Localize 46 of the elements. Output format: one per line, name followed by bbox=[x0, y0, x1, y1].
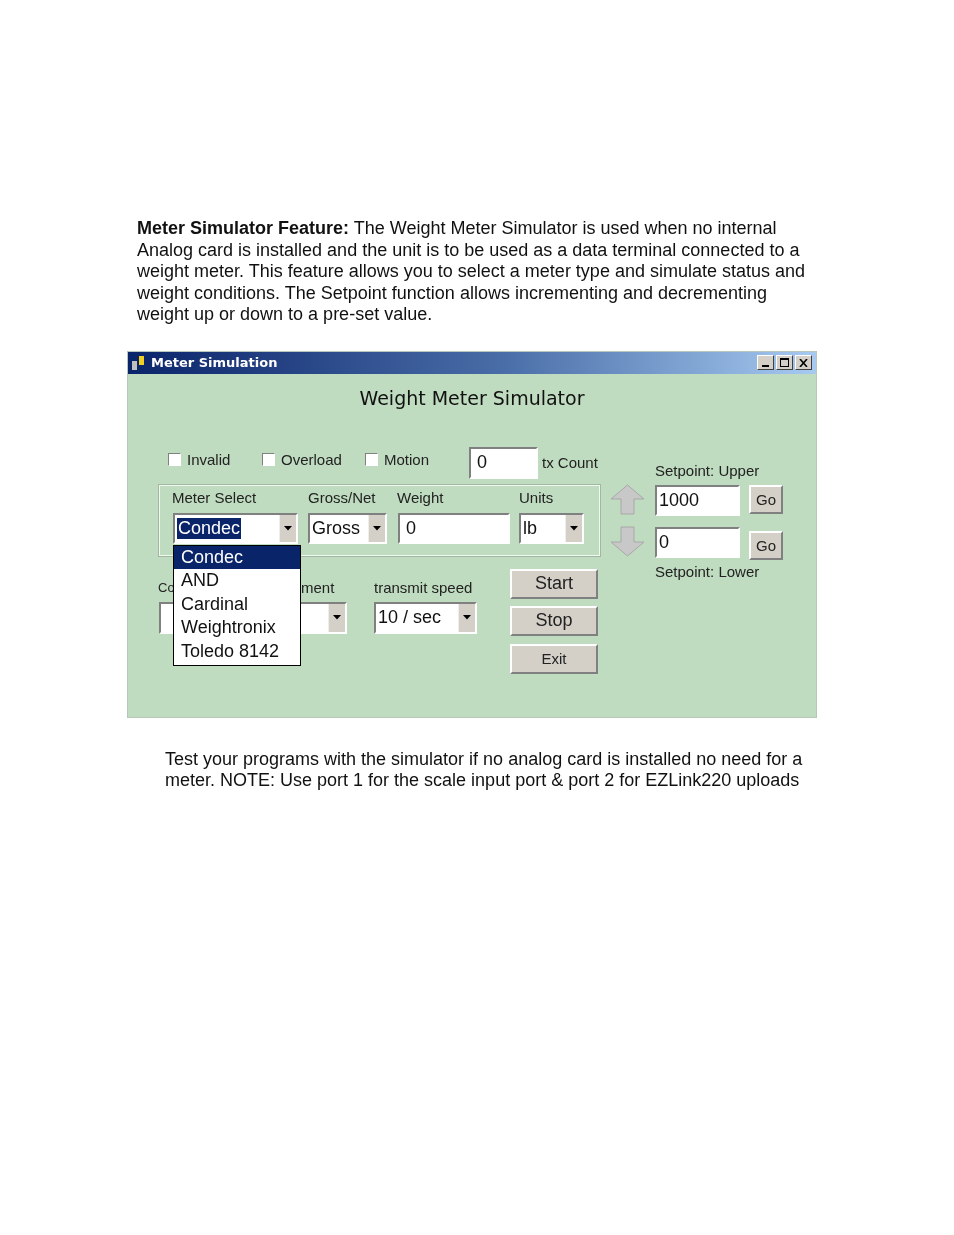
list-option[interactable]: Cardinal bbox=[174, 592, 300, 616]
close-icon bbox=[799, 358, 808, 367]
field-label: ment bbox=[301, 578, 335, 596]
dialog-heading: Weight Meter Simulator bbox=[358, 386, 586, 409]
dropdown-arrow-icon bbox=[284, 525, 292, 531]
paragraph: Meter Simulator Feature: The Weight Meter Simulator is used when no internal Analog card is installed and the unit is to be used as a data terminal connected to a weight meter. This feature allows you to select a meter type and simulate status and weight conditions. The Setpoint function allows incrementing and decrementing weight up or down to a pre-set value. bbox=[137, 218, 806, 326]
app-icon bbox=[131, 354, 147, 371]
list-option[interactable]: Condec bbox=[174, 545, 300, 569]
field-label: tx Count bbox=[542, 453, 598, 471]
field-label: Weight bbox=[397, 488, 444, 506]
dialog-button[interactable]: Exit bbox=[510, 643, 598, 674]
setpoint-field[interactable]: 0 bbox=[655, 526, 740, 558]
field-label: Gross/Net bbox=[308, 488, 376, 506]
dropdown[interactable]: lb bbox=[519, 512, 584, 544]
paragraph: Test your programs with the simulator if no analog card is installed no need for a meter. NOTE: Use port 1 for the scale input port & port 2 for EZLink220 uploads bbox=[165, 748, 804, 792]
dropdown[interactable]: Gross bbox=[308, 512, 387, 544]
go-button[interactable]: Go bbox=[749, 484, 783, 514]
weight-field[interactable]: 0 bbox=[398, 512, 510, 544]
setpoint-label: Setpoint: Lower bbox=[655, 562, 760, 580]
list-option[interactable]: Weightronix bbox=[174, 616, 300, 640]
dialog-button[interactable]: Start bbox=[510, 568, 598, 599]
setpoint-label: Setpoint: Upper bbox=[655, 461, 760, 479]
checkbox[interactable]: Invalid bbox=[168, 450, 231, 468]
go-button[interactable]: Go bbox=[749, 530, 783, 560]
maximize-icon bbox=[780, 358, 789, 367]
setpoint-field[interactable]: 1000 bbox=[655, 484, 740, 516]
window-title: Meter Simulation bbox=[151, 355, 278, 370]
dropdown-arrow-icon bbox=[570, 525, 578, 531]
field-label: Units bbox=[519, 488, 554, 506]
count-field[interactable]: 0 bbox=[469, 446, 538, 479]
dropdown-arrow-icon bbox=[333, 615, 341, 620]
dropdown-arrow-icon bbox=[463, 615, 471, 620]
dialog-button[interactable]: Stop bbox=[510, 605, 598, 636]
dropdown-arrow-icon bbox=[373, 525, 381, 531]
checkbox[interactable]: Overload bbox=[262, 450, 342, 468]
dropdown[interactable]: 10 / sec bbox=[374, 601, 477, 634]
maximize-button[interactable] bbox=[776, 355, 793, 370]
field-label: transmit speed bbox=[374, 578, 473, 596]
minimize-icon bbox=[762, 364, 769, 367]
checkbox[interactable]: Motion bbox=[365, 450, 430, 468]
field-label: Meter Select bbox=[172, 488, 257, 506]
list-option[interactable]: AND bbox=[174, 569, 300, 593]
close-button[interactable] bbox=[795, 355, 812, 370]
dropdown[interactable]: Condec bbox=[173, 512, 298, 544]
list-option[interactable]: Toledo 8142 bbox=[174, 639, 300, 663]
minimize-button[interactable] bbox=[757, 355, 774, 370]
